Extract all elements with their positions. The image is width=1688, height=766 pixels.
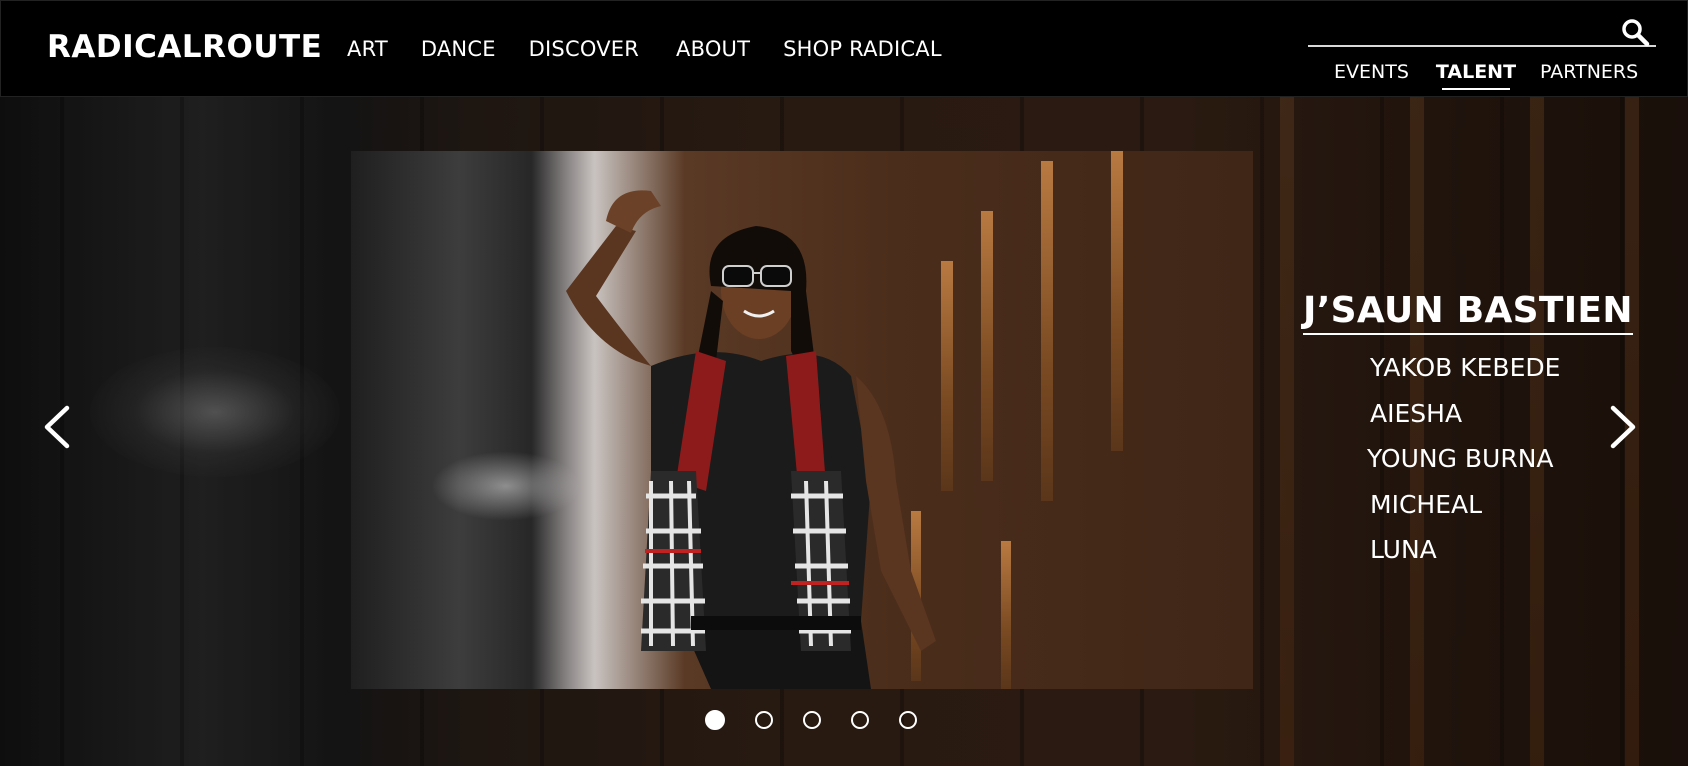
talent-item[interactable]: YAKOB KEBEDE (1370, 353, 1633, 399)
nav-art[interactable]: ART (347, 37, 388, 61)
talent-list: YAKOB KEBEDE AIESHA YOUNG BURNA MICHEAL … (1303, 353, 1633, 581)
carousel-dot-1[interactable] (705, 710, 725, 730)
carousel-dot-5[interactable] (899, 711, 917, 729)
search-icon[interactable] (1620, 17, 1650, 52)
talent-item[interactable]: MICHEAL (1370, 490, 1633, 536)
site-header: RADICALROUTE ART DANCE DISCOVER ABOUT SH… (0, 0, 1688, 97)
carousel-dot-4[interactable] (851, 711, 869, 729)
main-nav: ART DANCE DISCOVER ABOUT SHOP RADICAL (347, 37, 975, 61)
talent-item[interactable]: AIESHA (1370, 399, 1633, 445)
nav-dance[interactable]: DANCE (421, 37, 496, 61)
talent-item[interactable]: YOUNG BURNA (1367, 444, 1633, 490)
featured-talent-name[interactable]: J’SAUN BASTIEN (1303, 290, 1633, 335)
carousel-dot-2[interactable] (755, 711, 773, 729)
sub-nav-partners[interactable]: PARTNERS (1540, 61, 1638, 83)
slide-photo[interactable] (351, 151, 1253, 689)
sub-nav: EVENTS TALENT PARTNERS (1334, 61, 1638, 90)
photo-subject (566, 190, 936, 689)
sub-nav-events[interactable]: EVENTS (1334, 61, 1409, 83)
nav-about[interactable]: ABOUT (676, 37, 750, 61)
sub-nav-talent[interactable]: TALENT (1436, 61, 1516, 90)
nav-shop-radical[interactable]: SHOP RADICAL (783, 37, 942, 61)
talent-item[interactable]: LUNA (1370, 535, 1633, 581)
brand-logo[interactable]: RADICALROUTE (47, 29, 322, 65)
talent-panel: J’SAUN BASTIEN YAKOB KEBEDE AIESHA YOUNG… (1303, 290, 1633, 581)
search-input[interactable] (1308, 45, 1656, 47)
chevron-left-icon[interactable] (41, 404, 73, 455)
carousel-pagination (705, 710, 947, 730)
carousel-dot-3[interactable] (803, 711, 821, 729)
nav-discover[interactable]: DISCOVER (529, 37, 639, 61)
page: RADICALROUTE ART DANCE DISCOVER ABOUT SH… (0, 0, 1688, 766)
